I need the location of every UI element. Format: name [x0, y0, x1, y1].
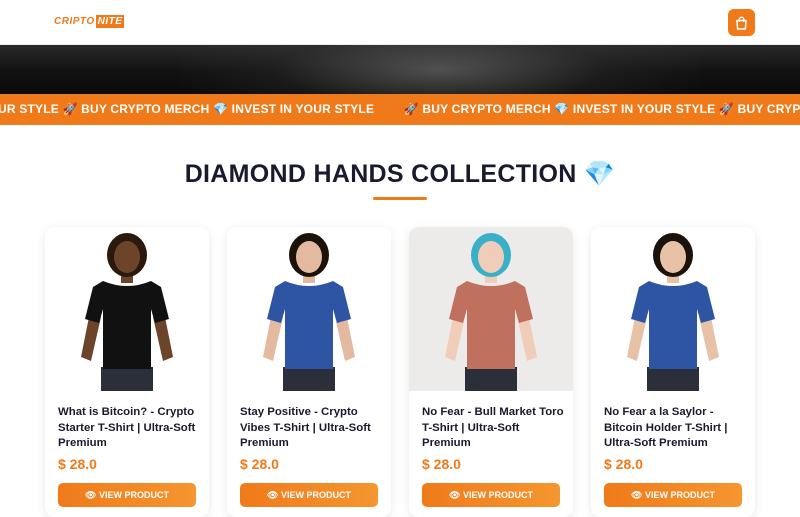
face — [296, 241, 322, 273]
product-image[interactable] — [409, 227, 573, 391]
product-price: $ 28.0 — [604, 456, 643, 472]
product-name[interactable]: Stay Positive - Crypto Vibes T-Shirt | U… — [240, 405, 385, 452]
hero-banner — [0, 45, 800, 94]
hero-glow — [180, 45, 700, 94]
brand-logo[interactable]: CRIPTO NITE — [54, 14, 125, 28]
cart-button[interactable] — [728, 9, 755, 36]
logo-text-nite: NITE — [95, 14, 125, 28]
product-card[interactable]: Stay Positive - Crypto Vibes T-Shirt | U… — [227, 227, 391, 517]
pants — [101, 367, 153, 391]
logo-text-cripto: CRIPTO — [54, 15, 95, 27]
ticker-track: UR STYLE 🚀 BUY CRYPTO MERCH 💎 INVEST IN … — [0, 102, 800, 116]
product-name[interactable]: No Fear - Bull Market Toro T-Shirt | Ult… — [422, 405, 567, 452]
pants — [647, 367, 699, 391]
section-title: DIAMOND HANDS COLLECTION 💎 — [184, 160, 616, 188]
view-product-button[interactable]: 👁 VIEW PRODUCT — [604, 483, 742, 507]
product-card[interactable]: No Fear a la Saylor - Bitcoin Holder T-S… — [591, 227, 755, 517]
product-card[interactable]: No Fear - Bull Market Toro T-Shirt | Ult… — [409, 227, 573, 517]
face — [660, 241, 686, 273]
site-header: CRIPTO NITE — [0, 0, 800, 45]
pants — [283, 367, 335, 391]
pants — [465, 367, 517, 391]
shopping-bag-icon — [736, 16, 747, 30]
view-product-button[interactable]: 👁 VIEW PRODUCT — [58, 483, 196, 507]
promo-ticker: UR STYLE 🚀 BUY CRYPTO MERCH 💎 INVEST IN … — [0, 94, 800, 125]
model-illustration — [591, 227, 755, 391]
product-price: $ 28.0 — [58, 456, 97, 472]
product-image[interactable] — [591, 227, 755, 391]
product-name[interactable]: What is Bitcoin? - Crypto Starter T-Shir… — [58, 405, 203, 452]
face — [114, 241, 140, 273]
title-underline — [373, 197, 427, 200]
view-product-button[interactable]: 👁 VIEW PRODUCT — [240, 483, 378, 507]
model-illustration — [227, 227, 391, 391]
product-image[interactable] — [227, 227, 391, 391]
view-product-button[interactable]: 👁 VIEW PRODUCT — [422, 483, 560, 507]
product-price: $ 28.0 — [422, 456, 461, 472]
face — [478, 241, 504, 273]
ticker-item: 🚀 BUY CRYPTO MERCH 💎 INVEST IN YOUR STYL… — [403, 102, 800, 116]
product-card[interactable]: What is Bitcoin? - Crypto Starter T-Shir… — [45, 227, 209, 517]
product-image[interactable] — [45, 227, 209, 391]
product-price: $ 28.0 — [240, 456, 279, 472]
model-illustration — [45, 227, 209, 391]
model-illustration — [409, 227, 573, 391]
product-name[interactable]: No Fear a la Saylor - Bitcoin Holder T-S… — [604, 405, 749, 452]
ticker-item: UR STYLE 🚀 BUY CRYPTO MERCH 💎 INVEST IN … — [0, 102, 375, 116]
